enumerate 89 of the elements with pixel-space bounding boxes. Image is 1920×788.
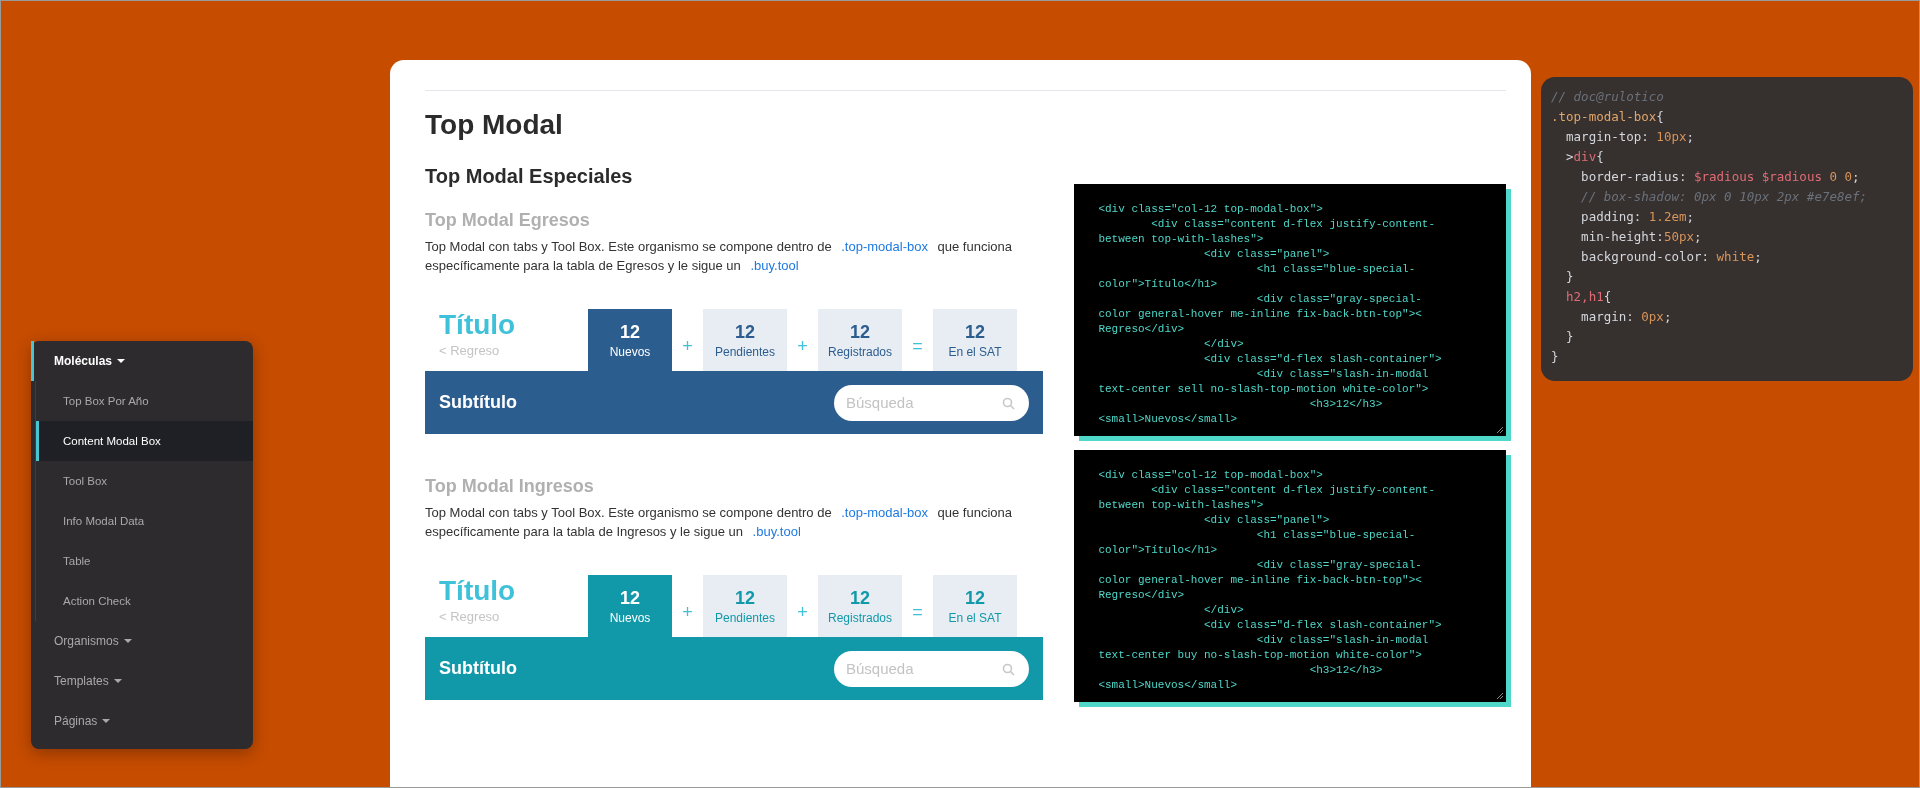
search-icon	[1002, 396, 1015, 410]
counter-tab[interactable]: 12 En el SAT	[933, 309, 1017, 371]
modal-subtitle: Subtítulo	[439, 392, 517, 413]
code-line: </div>	[1203, 337, 1245, 352]
description-text: Top Modal con tabs y Tool Box. Este organismo se compone dentro de .top-modal-box que funciona específicamente para la tabla de Egresos y le sigue un .buy.tool	[425, 238, 1013, 275]
code-line: <div class="d-flex slash-container">	[1203, 352, 1443, 367]
counter-tab[interactable]: 12 Nuevos	[588, 309, 672, 371]
code-line: <div class="slash-in-modal	[1255, 367, 1430, 382]
code-line: <div class="content d-flex justify-content-	[1150, 217, 1437, 232]
caret-icon	[102, 719, 111, 723]
code-line: min-height:50px;	[1580, 228, 1703, 246]
search-icon	[1002, 662, 1015, 676]
operator-sign: +	[796, 335, 809, 357]
code-line: }	[1565, 268, 1575, 286]
operator-sign: +	[681, 601, 694, 623]
code-line: <div class="slash-in-modal	[1255, 633, 1430, 648]
operator-sign: +	[681, 335, 694, 357]
code-line: <h1 class="blue-special-	[1255, 262, 1417, 277]
modal-subtitle: Subtítulo	[439, 658, 517, 679]
tool-link[interactable]: .buy.tool	[750, 258, 799, 273]
sidebar-item[interactable]: Table	[36, 541, 253, 581]
code-line: }	[1565, 328, 1575, 346]
operator-sign: =	[911, 335, 924, 357]
modal-title: Título	[439, 575, 516, 607]
modal-title: Título	[439, 309, 516, 341]
description-text: Top Modal con tabs y Tool Box. Este organismo se compone dentro de .top-modal-box que funciona específicamente para la tabla de Ingresos y le sigue un .buy.tool	[425, 504, 1013, 541]
code-line: margin: 0px;	[1580, 308, 1673, 326]
code-line: <div class="content d-flex justify-content-	[1150, 483, 1437, 498]
code-line: <div class="col-12 top-modal-box">	[1098, 468, 1324, 483]
counter-tab[interactable]: 12 Registrados	[818, 309, 902, 371]
sidebar-group[interactable]: Moléculas	[31, 341, 253, 381]
code-line: Regreso</div>	[1098, 322, 1186, 337]
code-line: color">Título</h1>	[1098, 277, 1219, 292]
sidebar-group[interactable]: Organismos	[31, 621, 253, 661]
class-link[interactable]: .top-modal-box	[841, 505, 928, 520]
subsection-title: Top Modal Ingresos	[425, 476, 595, 497]
sidebar-item[interactable]: Tool Box	[36, 461, 253, 501]
code-line: <div class="panel">	[1203, 513, 1331, 528]
class-link[interactable]: .top-modal-box	[841, 239, 928, 254]
code-line: h2,h1{	[1565, 288, 1613, 306]
code-line: >div{	[1565, 148, 1605, 166]
search-field[interactable]: Búsqueda	[834, 384, 1029, 421]
resize-grip-icon	[1496, 426, 1504, 434]
tool-link[interactable]: .buy.tool	[752, 524, 801, 539]
code-line: <div class="d-flex slash-container">	[1203, 618, 1443, 633]
caret-icon	[113, 679, 122, 683]
code-line: <div class="col-12 top-modal-box">	[1098, 202, 1324, 217]
resize-grip-icon	[1496, 692, 1504, 700]
code-line: color general-hover me-inline fix-back-btn-top"><	[1098, 307, 1423, 322]
sidebar-group[interactable]: Templates	[31, 661, 253, 701]
sidebar-item[interactable]: Info Modal Data	[36, 501, 253, 541]
code-line: color general-hover me-inline fix-back-btn-top"><	[1098, 573, 1423, 588]
code-line: between top-with-lashes">	[1098, 232, 1265, 247]
code-line: padding: 1.2em;	[1580, 208, 1695, 226]
subsection-title: Top Modal Egresos	[425, 210, 591, 231]
code-line: }	[1551, 348, 1560, 366]
sidebar-group[interactable]: Páginas	[31, 701, 253, 741]
search-field[interactable]: Búsqueda	[834, 650, 1029, 687]
code-line: <h1 class="blue-special-	[1255, 528, 1417, 543]
caret-icon	[117, 359, 126, 363]
counter-tab[interactable]: 12 Pendientes	[703, 309, 787, 371]
sidebar-item[interactable]: Action Check	[36, 581, 253, 621]
code-line: // doc@rulotico	[1551, 88, 1665, 106]
page-title: Top Modal	[425, 109, 564, 141]
counter-tab[interactable]: 12 Nuevos	[588, 575, 672, 637]
code-line: <small>Nuevos</small>	[1098, 412, 1238, 427]
code-line: // box-shadow: 0px 0 10px 2px #e7e8ef;	[1580, 188, 1869, 206]
code-line: between top-with-lashes">	[1098, 498, 1265, 513]
code-line: <h3>12</h3>	[1308, 397, 1384, 412]
code-line: Regreso</div>	[1098, 588, 1186, 603]
code-line: .top-modal-box{	[1551, 108, 1665, 126]
code-line: background-color: white;	[1580, 248, 1763, 266]
sidebar-item[interactable]: Top Box Por Año	[36, 381, 253, 421]
operator-sign: =	[911, 601, 924, 623]
code-line: <h3>12</h3>	[1308, 663, 1384, 678]
operator-sign: +	[796, 601, 809, 623]
code-line: color">Título</h1>	[1098, 543, 1219, 558]
sidebar-item[interactable]: Content Modal Box	[36, 421, 253, 461]
code-line: <small>Nuevos</small>	[1098, 678, 1238, 693]
section-title: Top Modal Especiales	[425, 165, 634, 188]
code-line: margin-top: 10px;	[1565, 128, 1695, 146]
code-line: <div class="gray-special-	[1255, 558, 1423, 573]
code-line: <div class="panel">	[1203, 247, 1331, 262]
code-line: </div>	[1203, 603, 1245, 618]
code-line: <div class="gray-special-	[1255, 292, 1423, 307]
code-line: text-center sell no-slash-top-motion white-color">	[1098, 382, 1430, 397]
caret-icon	[123, 639, 132, 643]
code-line: text-center buy no-slash-top-motion white-color">	[1098, 648, 1423, 663]
code-line: border-radius: $radious $radious 0 0;	[1580, 168, 1861, 186]
